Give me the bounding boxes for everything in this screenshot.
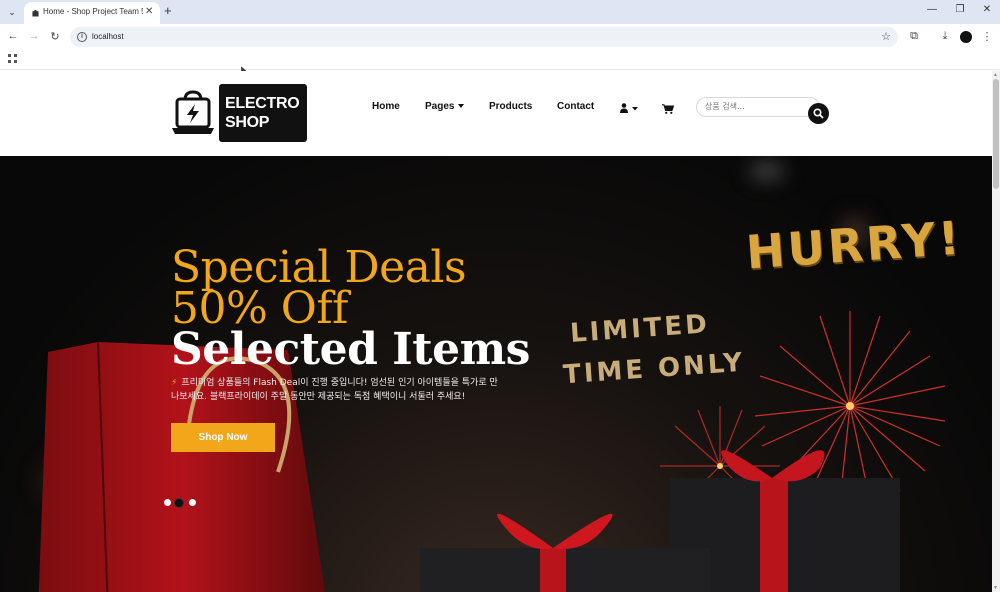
search-box — [696, 97, 820, 117]
chevron-down-icon — [458, 104, 465, 109]
search-button[interactable] — [808, 103, 829, 124]
close-icon[interactable]: ✕ — [145, 6, 153, 17]
page-viewport: ELECTRO SHOP Home Pages Products Contact — [0, 71, 992, 592]
hero-description: ⚡ 프리미엄 상품들의 Flash Deal이 진행 중입니다! 엄선된 인기 아… — [171, 376, 501, 404]
search-input[interactable] — [705, 102, 805, 111]
hero-banner: HURRY! LIMITED TIME ONLY Special Deals 5… — [0, 156, 992, 592]
user-menu[interactable] — [620, 100, 638, 113]
site-info-icon[interactable]: i — [77, 32, 87, 42]
star-icon[interactable]: ☆ — [881, 30, 891, 43]
address-bar[interactable]: i localhost ☆ — [70, 27, 898, 47]
carousel-dot-3[interactable] — [189, 499, 196, 506]
tab-strip: ⌄ Home - Shop Project Team 5 ✕ + — ❐ ✕ — [0, 0, 1000, 24]
bokeh-light — [750, 164, 784, 178]
cart-button[interactable] — [662, 101, 675, 114]
restore-icon[interactable]: ❐ — [953, 4, 967, 15]
carousel-dot-1[interactable] — [164, 499, 171, 506]
shopping-bag-laptop-icon — [172, 90, 214, 134]
menu-icon[interactable]: ⋮ — [980, 30, 994, 43]
site-header: ELECTRO SHOP Home Pages Products Contact — [0, 71, 992, 156]
user-icon — [620, 103, 638, 113]
browser-toolbar: ← → ↻ i localhost ☆ ⧉ ⤓ ⋮ — [0, 24, 1000, 50]
favicon-icon — [32, 9, 39, 17]
bookmarks-bar — [0, 50, 1000, 70]
profile-avatar[interactable] — [960, 31, 972, 43]
cart-icon — [662, 104, 675, 114]
site-logo[interactable]: ELECTRO SHOP — [171, 84, 307, 142]
download-icon[interactable]: ⤓ — [938, 30, 952, 43]
extensions-icon[interactable]: ⧉ — [907, 30, 921, 43]
gift-boxes-image — [420, 450, 900, 592]
shop-now-button[interactable]: Shop Now — [171, 423, 275, 452]
hero-headline-3: Selected Items — [171, 324, 530, 375]
url-text[interactable]: localhost — [92, 32, 124, 41]
nav-home[interactable]: Home — [372, 101, 400, 112]
reload-icon[interactable]: ↻ — [48, 30, 62, 43]
search-icon — [813, 108, 824, 119]
nav-contact[interactable]: Contact — [557, 101, 594, 112]
back-icon[interactable]: ← — [6, 30, 20, 42]
scroll-up-icon[interactable]: ▲ — [993, 72, 998, 78]
new-tab-icon[interactable]: + — [164, 3, 172, 18]
browser-tab[interactable]: Home - Shop Project Team 5 ✕ — [24, 2, 160, 24]
nav-pages[interactable]: Pages — [425, 101, 465, 112]
scroll-thumb[interactable] — [993, 79, 999, 189]
carousel-dot-2[interactable] — [174, 498, 184, 508]
logo-line-2: SHOP — [225, 114, 270, 131]
tab-search-icon[interactable]: ⌄ — [4, 4, 20, 20]
scroll-down-icon[interactable]: ▼ — [993, 585, 998, 591]
logo-line-1: ELECTRO — [225, 95, 300, 112]
window-close-icon[interactable]: ✕ — [980, 4, 994, 15]
logo-wordmark: ELECTRO SHOP — [219, 84, 307, 142]
nav-pages-label: Pages — [425, 101, 455, 112]
page-scrollbar[interactable]: ▲ ▼ — [992, 71, 1000, 592]
lightning-icon: ⚡ — [171, 378, 178, 388]
hurry-image-text: HURRY! — [744, 210, 965, 280]
apps-icon[interactable] — [8, 54, 17, 63]
forward-icon[interactable]: → — [27, 30, 41, 42]
nav-products[interactable]: Products — [489, 101, 532, 112]
hero-description-text: 프리미엄 상품들의 Flash Deal이 진행 중입니다! 엄선된 인기 아이… — [171, 378, 498, 402]
minimize-icon[interactable]: — — [925, 4, 939, 15]
tab-title: Home - Shop Project Team 5 — [43, 7, 143, 16]
